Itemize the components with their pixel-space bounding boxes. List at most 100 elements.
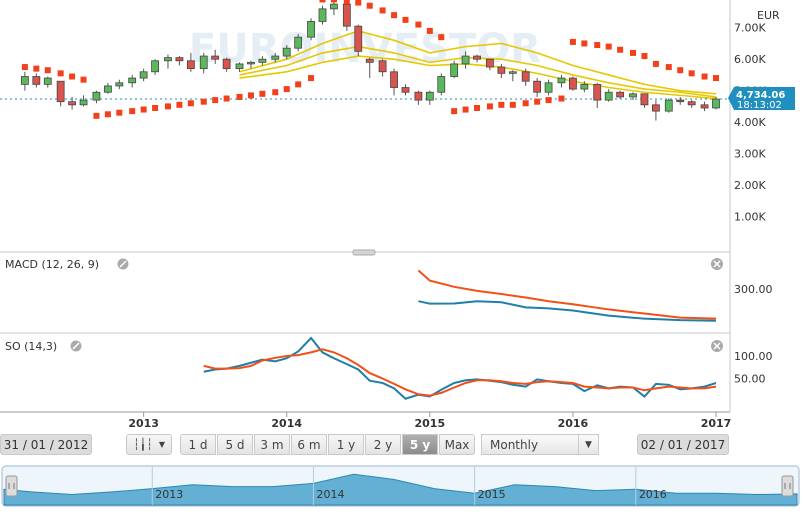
psar-dot	[366, 2, 373, 9]
start-date[interactable]: 31 / 01 / 2012	[0, 434, 92, 455]
psar-dot	[295, 81, 302, 88]
candle	[139, 68, 148, 82]
end-date[interactable]: 02 / 01 / 2017	[637, 434, 729, 455]
so-y-tick-label: 100.00	[734, 350, 773, 363]
navigator-year-label: 2014	[316, 488, 344, 501]
macd-y-tick-label: 300.00	[734, 283, 773, 296]
chart-type-button[interactable]: ┆╽┆ ▼	[126, 434, 172, 455]
candle	[103, 82, 112, 94]
psar-dot	[558, 95, 565, 102]
psar-dot	[594, 42, 601, 49]
candle	[616, 90, 625, 99]
candle	[115, 79, 124, 90]
candle	[330, 0, 338, 16]
psar-dot	[617, 46, 624, 53]
candle	[712, 96, 720, 110]
interval-select[interactable]: Monthly ▼	[481, 434, 599, 455]
range-button-3m[interactable]: 3 m	[254, 434, 290, 455]
candle	[79, 95, 88, 107]
candle	[307, 18, 315, 41]
psar-dot	[21, 64, 28, 71]
candle	[401, 84, 410, 96]
candle	[68, 96, 76, 110]
last-price-time: 18:13:02	[737, 100, 782, 111]
candle	[151, 59, 159, 75]
candle	[318, 5, 327, 25]
candle	[390, 68, 398, 96]
psar-dot	[44, 67, 51, 74]
psar-dot	[438, 34, 445, 41]
chart-widget: EUROINVESTOR EUR 1.00K2.00K3.00K4.00K5.0…	[0, 0, 803, 518]
currency-label: EUR	[757, 9, 780, 22]
y-tick-label: 7.00K	[734, 22, 766, 35]
candle	[20, 71, 29, 91]
psar-dot	[652, 60, 659, 67]
candle	[32, 73, 41, 88]
psar-dot	[569, 38, 576, 45]
psar-dot	[272, 89, 279, 96]
candlestick-icon: ┆╽┆	[132, 438, 153, 451]
candle	[604, 89, 613, 102]
range-button-1y[interactable]: 1 y	[328, 434, 364, 455]
psar-dot	[330, 0, 337, 3]
psar-dot	[343, 0, 350, 4]
navigator-year-label: 2013	[155, 488, 183, 501]
psar-dot	[140, 106, 147, 113]
candle	[56, 80, 65, 107]
psar-dot	[164, 103, 171, 110]
candle	[544, 79, 553, 96]
candle	[687, 100, 696, 108]
range-button-5y[interactable]: 5 y	[402, 434, 438, 455]
psar-dot	[80, 76, 87, 83]
psar-dot	[402, 16, 409, 23]
candle	[664, 98, 673, 113]
x-tick-label: 2014	[271, 417, 302, 430]
candle	[43, 76, 52, 88]
psar-dot	[379, 7, 386, 14]
candle	[700, 101, 709, 112]
range-button-1d[interactable]: 1 d	[180, 434, 216, 455]
psar-dot	[355, 0, 362, 6]
candle	[640, 93, 649, 108]
y-tick-label: 4.00K	[734, 116, 766, 129]
so-title: SO (14,3)	[5, 340, 57, 353]
candle	[92, 90, 101, 104]
range-button-Max[interactable]: Max	[439, 434, 475, 455]
macd-settings-icon[interactable]	[117, 258, 129, 270]
psar-dot	[200, 98, 207, 105]
psar-dot	[534, 98, 541, 105]
x-tick-label: 2016	[558, 417, 589, 430]
psar-dot	[509, 101, 516, 108]
y-tick-label: 6.00K	[734, 53, 766, 66]
psar-dot	[522, 100, 529, 107]
x-tick-label: 2015	[415, 417, 446, 430]
macd-close-icon[interactable]	[711, 258, 723, 270]
candle	[557, 74, 566, 88]
psar-dot	[581, 40, 588, 47]
candle	[414, 90, 423, 105]
so-close-icon[interactable]	[711, 340, 723, 352]
chevron-down-icon: ▼	[158, 440, 166, 449]
candle	[128, 74, 137, 88]
psar-dot	[93, 112, 100, 119]
x-tick-label: 2013	[128, 417, 159, 430]
panel-resize-handle[interactable]	[352, 249, 376, 256]
candle	[533, 78, 542, 97]
navigator-year-label: 2016	[639, 488, 667, 501]
macd-title: MACD (12, 26, 9)	[5, 258, 99, 271]
range-button-6m[interactable]: 6 m	[291, 434, 327, 455]
interval-value: Monthly	[490, 437, 539, 452]
range-button-5d[interactable]: 5 d	[217, 434, 253, 455]
psar-dot	[713, 75, 719, 82]
psar-dot	[69, 73, 76, 80]
candle	[354, 24, 363, 57]
range-button-2y[interactable]: 2 y	[365, 434, 401, 455]
psar-dot	[486, 103, 493, 110]
candle	[378, 59, 387, 77]
macd-signal-line	[417, 269, 717, 320]
navigator-right-handle[interactable]	[781, 475, 794, 497]
navigator-left-handle[interactable]	[5, 475, 18, 497]
psar-dot	[187, 100, 194, 107]
so-settings-icon[interactable]	[70, 340, 82, 352]
psar-dot	[247, 92, 254, 99]
